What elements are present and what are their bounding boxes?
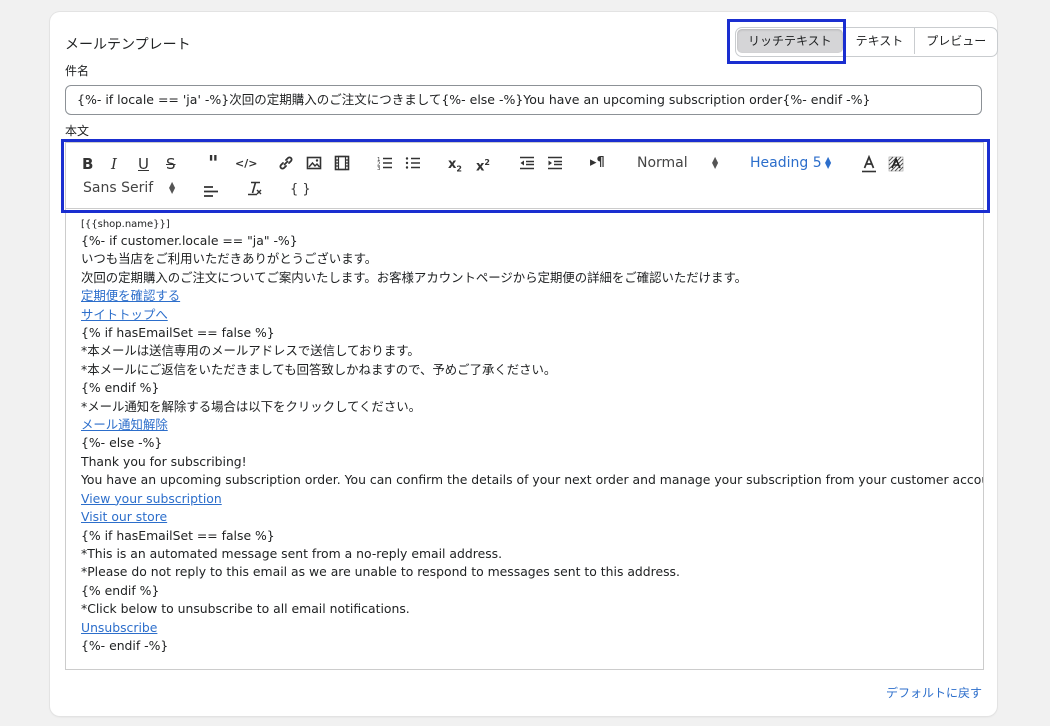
editor-line: Visit our store xyxy=(81,508,968,526)
editor-line: {%- if customer.locale == "ja" -%} xyxy=(81,233,298,248)
picker-arrows-icon: ▲ ▼ xyxy=(169,180,176,195)
bold-icon[interactable]: B xyxy=(82,156,93,172)
editor-link[interactable]: メール通知解除 xyxy=(81,417,168,432)
editor-link[interactable]: 定期便を確認する xyxy=(81,288,180,303)
picker-arrows-icon: ▲ ▼ xyxy=(712,155,719,170)
card-title: メールテンプレート xyxy=(65,37,191,53)
editor-line: いつも当店をご利用いただきありがとうございます。 xyxy=(81,251,378,267)
view-mode-toggle: リッチテキスト テキスト プレビュー xyxy=(735,27,999,57)
subject-label: 件名 xyxy=(65,64,90,78)
editor-link[interactable]: View your subscription xyxy=(81,491,222,506)
editor-line: *本メールにご返信をいただきましても回答致しかねますので、予めご了承ください。 xyxy=(81,361,557,377)
strike-icon[interactable]: S xyxy=(166,156,176,172)
editor-line: {% if hasEmailSet == false %} xyxy=(81,527,275,543)
image-icon[interactable] xyxy=(306,155,322,171)
editor-line: *Click below to unsubscribe to all email… xyxy=(81,601,410,617)
reset-to-default-link[interactable]: デフォルトに戻す xyxy=(886,684,982,701)
color-icon[interactable] xyxy=(861,155,877,173)
editor-body[interactable]: [{{shop.name}}] {%- if customer.locale ==… xyxy=(65,209,984,670)
editor-line: *メール通知を解除する場合は以下をクリックしてください。 xyxy=(81,398,421,414)
rtl-icon[interactable]: ▸¶ xyxy=(590,155,605,171)
header-picker-label: Heading 5 xyxy=(750,155,822,171)
font-picker[interactable]: Sans Serif ▲ ▼ xyxy=(83,180,175,196)
superscript-icon[interactable]: x2 xyxy=(476,155,490,175)
mail-template-card: メールテンプレート リッチテキスト テキスト プレビュー 件名 {%- if l… xyxy=(50,12,999,716)
code-icon[interactable]: </> xyxy=(235,156,257,172)
underline-icon[interactable]: U xyxy=(138,156,149,172)
editor-link[interactable]: サイトトップへ xyxy=(81,307,168,322)
subscript-icon[interactable]: x2 xyxy=(448,157,462,178)
editor-toolbar: B I U S " </> 123 x2 x2 ▸¶ Normal ▲ ▼ He… xyxy=(65,142,984,209)
editor-line: メール通知解除 xyxy=(81,416,968,434)
clean-icon[interactable] xyxy=(247,180,263,196)
format-picker-label: Normal xyxy=(637,155,688,171)
editor-line: You have an upcoming subscription order.… xyxy=(81,472,984,488)
editor-line: 次回の定期購入のご注文についてご案内いたします。お客様アカウントページから定期便… xyxy=(81,269,747,285)
bullet-list-icon[interactable] xyxy=(405,155,421,171)
editor-line: [{{shop.name}}] xyxy=(81,219,170,230)
editor-line: View your subscription xyxy=(81,490,968,508)
editor-line: {%- else -%} xyxy=(81,435,163,451)
editor-line: {% endif %} xyxy=(81,582,160,598)
link-icon[interactable] xyxy=(278,155,294,171)
video-icon[interactable] xyxy=(334,155,350,171)
italic-icon[interactable]: I xyxy=(111,156,117,172)
editor-line: サイトトップへ xyxy=(81,306,968,324)
editor-line: Thank you for subscribing! xyxy=(81,453,247,469)
format-picker[interactable]: Normal ▲ ▼ xyxy=(637,155,718,171)
editor-line: 定期便を確認する xyxy=(81,287,968,305)
editor-link[interactable]: Visit our store xyxy=(81,509,167,524)
outdent-icon[interactable] xyxy=(519,155,535,171)
indent-icon[interactable] xyxy=(547,155,563,171)
background-icon[interactable] xyxy=(888,156,904,172)
font-picker-label: Sans Serif xyxy=(83,180,154,196)
svg-text:3: 3 xyxy=(377,166,381,171)
editor-line: *Please do not reply to this email as we… xyxy=(81,564,680,580)
editor-line: {% endif %} xyxy=(81,380,160,396)
code-block-icon[interactable]: { } xyxy=(290,182,311,198)
tab-rich-text[interactable]: リッチテキスト xyxy=(737,29,843,53)
body-label: 本文 xyxy=(65,124,90,138)
subject-input[interactable]: {%- if locale == 'ja' -%}次回の定期購入のご注文につきま… xyxy=(65,85,982,115)
align-icon[interactable] xyxy=(203,183,219,199)
editor-line: *This is an automated message sent from … xyxy=(81,545,503,561)
tab-preview[interactable]: プレビュー xyxy=(914,28,997,54)
editor-line: *本メールは送信専用のメールアドレスで送信しております。 xyxy=(81,343,420,359)
ordered-list-icon[interactable]: 123 xyxy=(377,155,393,171)
blockquote-icon[interactable]: " xyxy=(208,153,218,173)
header-picker[interactable]: Heading 5 ▲ ▼ xyxy=(750,155,831,171)
editor-line: {% if hasEmailSet == false %} xyxy=(81,325,275,341)
tab-text[interactable]: テキスト xyxy=(843,28,915,54)
picker-arrows-icon: ▲ ▼ xyxy=(825,155,832,170)
editor-line: Unsubscribe xyxy=(81,619,968,637)
editor-link[interactable]: Unsubscribe xyxy=(81,620,157,635)
editor-line: {%- endif -%} xyxy=(81,637,169,653)
